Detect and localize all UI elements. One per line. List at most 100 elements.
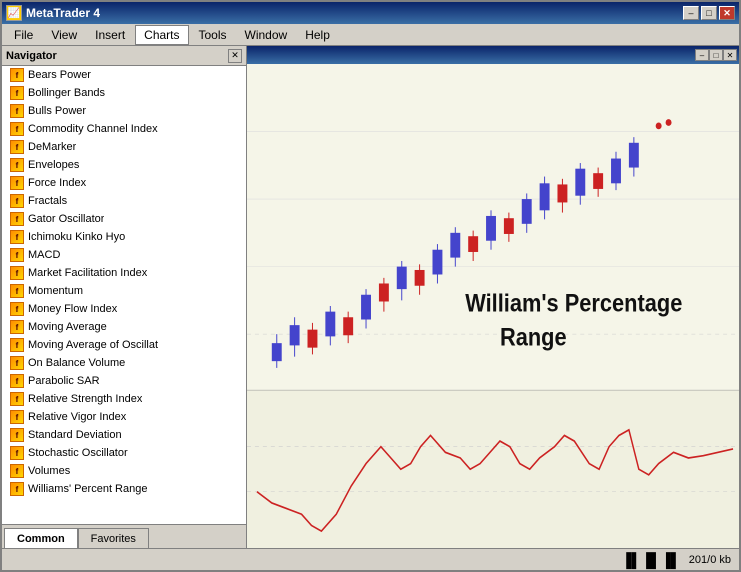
- indicator-label: Money Flow Index: [28, 303, 117, 315]
- nav-item[interactable]: f Fractals: [2, 192, 246, 210]
- chart-container: William's Percentage Range: [247, 64, 739, 548]
- minimize-button[interactable]: –: [683, 6, 699, 20]
- menu-insert[interactable]: Insert: [87, 26, 133, 44]
- nav-item[interactable]: fDeMarker: [2, 138, 246, 156]
- nav-item[interactable]: f Market Facilitation Index: [2, 264, 246, 282]
- close-button[interactable]: ✕: [719, 6, 735, 20]
- title-bar: 📈 MetaTrader 4 – □ ✕: [2, 2, 739, 24]
- indicator-label: Volumes: [28, 465, 70, 477]
- status-size: 201/0 kb: [689, 554, 731, 566]
- nav-item[interactable]: fParabolic SAR: [2, 372, 246, 390]
- indicator-icon: f: [10, 212, 24, 226]
- indicator-label: MACD: [28, 249, 60, 261]
- nav-item[interactable]: f Relative Strength Index: [2, 390, 246, 408]
- indicator-label: Commodity Channel Index: [28, 123, 158, 135]
- indicator-label: Bulls Power: [28, 105, 86, 117]
- menu-tools[interactable]: Tools: [191, 26, 235, 44]
- navigator-panel: Navigator ✕ f Bears Power fBollinger Bands…: [2, 46, 247, 548]
- navigator-title-bar: Navigator ✕: [2, 46, 246, 66]
- indicator-icon: f: [10, 176, 24, 190]
- title-bar-left: 📈 MetaTrader 4: [6, 5, 100, 21]
- indicator-icon: f: [10, 302, 24, 316]
- nav-item[interactable]: f Standard Deviation: [2, 426, 246, 444]
- nav-item[interactable]: fBollinger Bands: [2, 84, 246, 102]
- indicator-label: Force Index: [28, 177, 86, 189]
- indicator-icon: f: [10, 392, 24, 406]
- indicator-icon: f: [10, 104, 24, 118]
- indicator-icon: f: [10, 320, 24, 334]
- indicator-label: Fractals: [28, 195, 67, 207]
- inner-close[interactable]: ✕: [723, 49, 737, 61]
- main-window: 📈 MetaTrader 4 – □ ✕ File View Insert Ch…: [0, 0, 741, 572]
- indicator-icon: f: [10, 122, 24, 136]
- nav-item[interactable]: f On Balance Volume: [2, 354, 246, 372]
- indicator-icon: f: [10, 338, 24, 352]
- indicator-icon: f: [10, 464, 24, 478]
- nav-item[interactable]: f Money Flow Index: [2, 300, 246, 318]
- indicator-label: Williams' Percent Range: [28, 483, 147, 495]
- tab-common[interactable]: Common: [4, 528, 78, 548]
- menu-file[interactable]: File: [6, 26, 41, 44]
- tab-favorites[interactable]: Favorites: [78, 528, 149, 548]
- nav-item[interactable]: f Relative Vigor Index: [2, 408, 246, 426]
- chart-svg: William's Percentage Range: [247, 64, 739, 548]
- nav-item[interactable]: f Moving Average of Oscillat: [2, 336, 246, 354]
- inner-minimize[interactable]: –: [695, 49, 709, 61]
- nav-item[interactable]: f Bulls Power: [2, 102, 246, 120]
- app-icon: 📈: [6, 5, 22, 21]
- indicator-icon: f: [10, 410, 24, 424]
- indicator-label: Moving Average of Oscillat: [28, 339, 158, 351]
- main-content: Navigator ✕ f Bears Power fBollinger Bands…: [2, 46, 739, 548]
- menu-bar: File View Insert Charts Tools Window Hel…: [2, 24, 739, 46]
- indicator-icon: f: [10, 68, 24, 82]
- nav-item[interactable]: fEnvelopes: [2, 156, 246, 174]
- navigator-close-button[interactable]: ✕: [228, 49, 242, 63]
- menu-charts[interactable]: Charts: [135, 25, 188, 45]
- inner-title-bar: – □ ✕: [247, 46, 739, 64]
- indicator-label: Parabolic SAR: [28, 375, 100, 387]
- indicator-icon: f: [10, 140, 24, 154]
- indicator-label: Gator Oscillator: [28, 213, 104, 225]
- svg-text:Range: Range: [500, 323, 567, 351]
- nav-item[interactable]: f Gator Oscillator: [2, 210, 246, 228]
- indicator-icon: f: [10, 248, 24, 262]
- menu-view[interactable]: View: [43, 26, 85, 44]
- navigator-title: Navigator: [6, 50, 57, 62]
- nav-item[interactable]: f Bears Power: [2, 66, 246, 84]
- title-bar-buttons: – □ ✕: [683, 6, 735, 20]
- indicator-icon: f: [10, 446, 24, 460]
- indicator-icon: f: [10, 194, 24, 208]
- indicator-label: Relative Strength Index: [28, 393, 142, 405]
- window-title: MetaTrader 4: [26, 6, 100, 20]
- menu-window[interactable]: Window: [237, 26, 296, 44]
- menu-help[interactable]: Help: [297, 26, 338, 44]
- indicator-label: Market Facilitation Index: [28, 267, 147, 279]
- nav-item[interactable]: f MACD: [2, 246, 246, 264]
- restore-button[interactable]: □: [701, 6, 717, 20]
- inner-restore[interactable]: □: [709, 49, 723, 61]
- indicator-icon: f: [10, 428, 24, 442]
- nav-item[interactable]: f Commodity Channel Index: [2, 120, 246, 138]
- indicator-icon: f: [10, 482, 24, 496]
- svg-text:William's Percentage: William's Percentage: [465, 289, 682, 317]
- nav-item[interactable]: fMomentum: [2, 282, 246, 300]
- navigator-tabs: Common Favorites: [2, 524, 246, 548]
- status-icon: ▐▌▐▌▐▌: [621, 552, 681, 568]
- indicator-icon: f: [10, 158, 24, 172]
- indicator-label: Bears Power: [28, 69, 91, 81]
- indicator-label: Standard Deviation: [28, 429, 122, 441]
- nav-item[interactable]: f Force Index: [2, 174, 246, 192]
- inner-window: – □ ✕: [247, 46, 739, 548]
- nav-item[interactable]: f Volumes: [2, 462, 246, 480]
- indicator-label: Ichimoku Kinko Hyo: [28, 231, 125, 243]
- status-bar: ▐▌▐▌▐▌ 201/0 kb: [2, 548, 739, 570]
- indicator-icon: f: [10, 266, 24, 280]
- nav-item[interactable]: fMoving Average: [2, 318, 246, 336]
- nav-item[interactable]: f Williams' Percent Range: [2, 480, 246, 498]
- navigator-list[interactable]: f Bears Power fBollinger Bands f Bulls Power…: [2, 66, 246, 524]
- indicator-label: On Balance Volume: [28, 357, 125, 369]
- nav-item[interactable]: fIchimoku Kinko Hyo: [2, 228, 246, 246]
- indicator-icon: f: [10, 356, 24, 370]
- nav-item[interactable]: fStochastic Oscillator: [2, 444, 246, 462]
- indicator-label: Relative Vigor Index: [28, 411, 126, 423]
